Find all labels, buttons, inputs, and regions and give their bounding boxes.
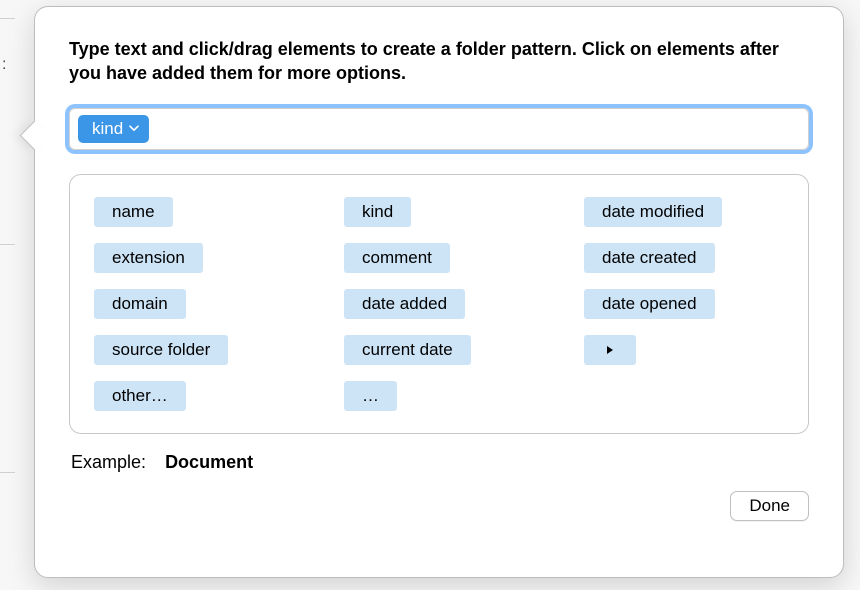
chip-current-date[interactable]: current date: [344, 335, 471, 365]
instructions-text: Type text and click/drag elements to cre…: [69, 37, 809, 86]
chip-other[interactable]: other…: [94, 381, 186, 411]
token-label: kind: [92, 119, 123, 139]
chip-date-opened[interactable]: date opened: [584, 289, 715, 319]
token-kind[interactable]: kind: [78, 115, 149, 143]
chip-date-modified[interactable]: date modified: [584, 197, 722, 227]
triangle-right-icon: [606, 345, 614, 355]
chip-domain[interactable]: domain: [94, 289, 186, 319]
chip-name[interactable]: name: [94, 197, 173, 227]
chip-more-right[interactable]: [584, 335, 636, 365]
example-value: Document: [165, 452, 253, 472]
example-line: Example: Document: [69, 452, 809, 473]
elements-palette: name kind date modified extension commen…: [69, 174, 809, 434]
chip-extension[interactable]: extension: [94, 243, 203, 273]
example-label: Example:: [71, 452, 146, 472]
chip-kind[interactable]: kind: [344, 197, 411, 227]
folder-pattern-popover: Type text and click/drag elements to cre…: [34, 6, 844, 578]
pattern-input[interactable]: kind: [69, 108, 809, 150]
chip-comment[interactable]: comment: [344, 243, 450, 273]
chip-source-folder[interactable]: source folder: [94, 335, 228, 365]
chip-date-created[interactable]: date created: [584, 243, 715, 273]
chevron-down-icon: [129, 125, 139, 132]
chip-date-added[interactable]: date added: [344, 289, 465, 319]
truncated-label-colon: :: [2, 56, 6, 74]
chip-ellipsis[interactable]: …: [344, 381, 397, 411]
done-button[interactable]: Done: [730, 491, 809, 521]
